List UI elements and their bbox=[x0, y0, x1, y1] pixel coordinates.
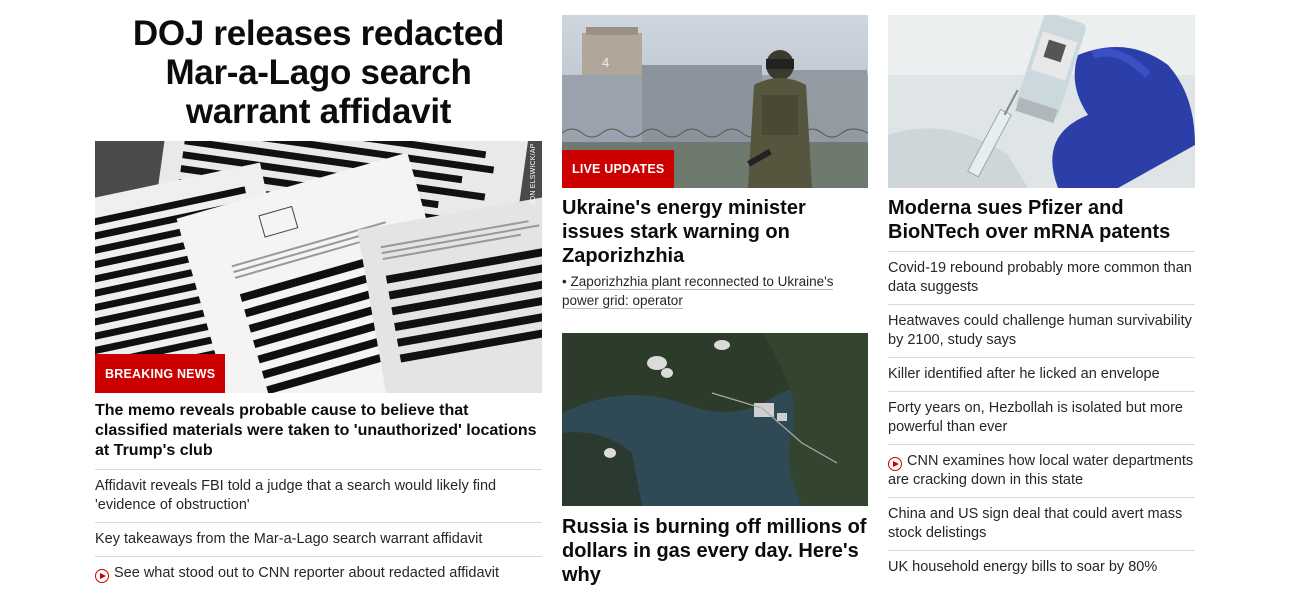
headline-link[interactable]: China and US sign deal that could avert … bbox=[888, 506, 1182, 541]
list-item[interactable]: Key takeaways from the Mar-a-Lago search… bbox=[95, 522, 542, 556]
list-item[interactable]: See what stood out to CNN reporter about… bbox=[95, 556, 542, 590]
list-item[interactable]: CNN examines how local water departments… bbox=[888, 444, 1195, 497]
lead-link[interactable]: The memo reveals probable cause to belie… bbox=[95, 401, 542, 461]
headline-link[interactable]: Killer identified after he licked an env… bbox=[888, 366, 1160, 382]
satellite-image bbox=[562, 333, 868, 506]
list-item[interactable]: Affidavit reveals FBI told a judge that … bbox=[95, 469, 542, 522]
main-story: DOJ releases redacted Mar-a-Lago search … bbox=[95, 14, 542, 590]
list-item[interactable]: Forty years on, Hezbollah is isolated bu… bbox=[888, 391, 1195, 444]
related-links: Affidavit reveals FBI told a judge that … bbox=[95, 469, 542, 590]
right-column: Moderna sues Pfizer and BioNTech over mR… bbox=[888, 15, 1195, 584]
middle-column: 4 LIVE UPDATES Ukraine's energy minister… bbox=[562, 15, 868, 587]
russia-image[interactable] bbox=[562, 333, 868, 506]
video-link[interactable]: See what stood out to CNN reporter about… bbox=[114, 565, 499, 581]
headline-list: Covid-19 rebound probably more common th… bbox=[888, 251, 1195, 584]
headline-link[interactable]: Heatwaves could challenge human survivab… bbox=[888, 313, 1192, 348]
main-headline[interactable]: DOJ releases redacted Mar-a-Lago search … bbox=[95, 14, 542, 131]
ukraine-image[interactable]: 4 LIVE UPDATES bbox=[562, 15, 868, 188]
breaking-news-badge: BREAKING NEWS bbox=[95, 354, 226, 393]
list-item[interactable]: UK household energy bills to soar by 80% bbox=[888, 550, 1195, 584]
russia-headline[interactable]: Russia is burning off millions of dollar… bbox=[562, 515, 868, 587]
play-icon bbox=[95, 569, 109, 583]
list-item[interactable]: Killer identified after he licked an env… bbox=[888, 357, 1195, 391]
related-link[interactable]: Key takeaways from the Mar-a-Lago search… bbox=[95, 531, 482, 547]
photo-credit: JON ELSWICK/AP bbox=[530, 143, 537, 205]
hero-image[interactable]: JON ELSWICK/AP BREAKING NEWS bbox=[95, 141, 542, 393]
play-icon bbox=[888, 457, 902, 471]
moderna-image[interactable] bbox=[888, 15, 1195, 188]
video-link[interactable]: CNN examines how local water departments… bbox=[888, 453, 1193, 488]
list-item[interactable]: Heatwaves could challenge human survivab… bbox=[888, 304, 1195, 357]
list-item[interactable]: Covid-19 rebound probably more common th… bbox=[888, 251, 1195, 304]
ukraine-sub-link[interactable]: Zaporizhzhia plant reconnected to Ukrain… bbox=[562, 274, 834, 309]
related-link[interactable]: Affidavit reveals FBI told a judge that … bbox=[95, 478, 496, 513]
headline-link[interactable]: UK household energy bills to soar by 80% bbox=[888, 559, 1157, 575]
live-updates-badge: LIVE UPDATES bbox=[562, 150, 675, 188]
moderna-headline[interactable]: Moderna sues Pfizer and BioNTech over mR… bbox=[888, 196, 1195, 244]
headline-link[interactable]: Forty years on, Hezbollah is isolated bu… bbox=[888, 400, 1183, 435]
svg-text:4: 4 bbox=[602, 55, 609, 70]
headline-link[interactable]: Covid-19 rebound probably more common th… bbox=[888, 260, 1192, 295]
ukraine-headline[interactable]: Ukraine's energy minister issues stark w… bbox=[562, 196, 868, 268]
ukraine-sub-bullet[interactable]: • Zaporizhzhia plant reconnected to Ukra… bbox=[562, 272, 868, 310]
list-item[interactable]: China and US sign deal that could avert … bbox=[888, 497, 1195, 550]
vaccine-syringe-image bbox=[888, 15, 1195, 188]
